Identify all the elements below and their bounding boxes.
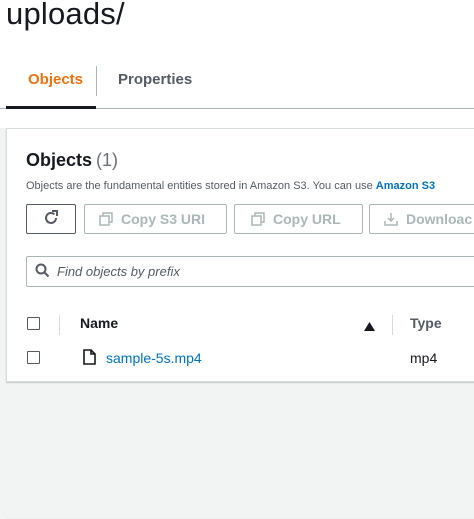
column-header-name[interactable]: Name [80, 315, 118, 331]
table-header: Name Type [7, 307, 474, 519]
copy-icon [251, 212, 265, 226]
search-input[interactable] [57, 262, 457, 281]
row-checkbox[interactable] [27, 351, 40, 364]
tab-properties[interactable]: Properties [118, 60, 192, 106]
copy-s3-uri-button[interactable]: Copy S3 URI [84, 204, 227, 234]
tab-divider [96, 66, 97, 96]
download-icon [384, 212, 398, 226]
panel-description-text: Objects are the fundamental entities sto… [26, 180, 376, 192]
copy-icon [99, 212, 113, 226]
tab-bar: Objects Properties [0, 60, 474, 110]
download-button[interactable]: Downloac [369, 204, 474, 234]
copy-url-label: Copy URL [273, 211, 341, 227]
page-title: uploads/ [6, 0, 125, 31]
refresh-icon [43, 209, 59, 229]
objects-panel-title: Objects (1) [26, 150, 118, 171]
file-icon [83, 349, 96, 370]
refresh-button[interactable] [26, 204, 76, 234]
tab-objects[interactable]: Objects [28, 60, 83, 106]
table-row: sample-5s.mp4 mp4 [7, 341, 474, 375]
copy-url-button[interactable]: Copy URL [234, 204, 363, 234]
page-header: uploads/ Objects Properties [0, 0, 474, 128]
panel-description: Objects are the fundamental entities sto… [26, 180, 435, 192]
search-box [26, 256, 474, 287]
sort-ascending-icon[interactable] [364, 318, 375, 336]
copy-s3-uri-label: Copy S3 URI [121, 211, 206, 227]
column-separator [59, 315, 60, 335]
object-name-link[interactable]: sample-5s.mp4 [106, 350, 202, 366]
object-type: mp4 [410, 350, 438, 366]
object-count: (1) [96, 150, 119, 170]
download-label: Downloac [406, 211, 473, 227]
panel-title-text: Objects [26, 150, 93, 170]
column-resize-handle[interactable] [392, 315, 393, 335]
active-tab-indicator [6, 106, 96, 109]
objects-panel: Objects (1) Objects are the fundamental e… [6, 128, 474, 519]
column-header-type[interactable]: Type [410, 315, 442, 331]
search-icon [35, 263, 50, 283]
amazon-s3-link[interactable]: Amazon S3 [376, 180, 435, 192]
select-all-checkbox[interactable] [27, 317, 40, 330]
